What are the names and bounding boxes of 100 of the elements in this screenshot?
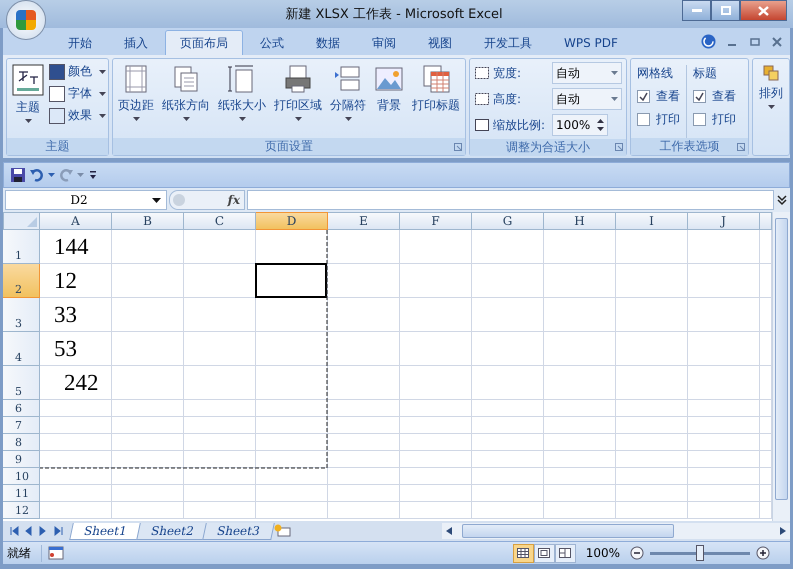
table-cell[interactable] [328, 366, 400, 400]
table-cell[interactable] [472, 298, 544, 332]
zoom-level[interactable]: 100% [582, 546, 624, 560]
close-icon[interactable] [772, 36, 782, 46]
dialog-launcher-icon[interactable] [737, 143, 745, 151]
save-icon[interactable] [10, 167, 26, 183]
table-cell[interactable] [544, 451, 616, 468]
column-header[interactable]: J [688, 212, 760, 230]
table-cell[interactable] [616, 434, 688, 451]
spinner-arrows-icon[interactable] [597, 119, 604, 131]
table-cell[interactable] [688, 400, 760, 417]
table-cell[interactable] [40, 485, 112, 502]
theme-option-button[interactable]: 颜色 [49, 62, 106, 81]
table-cell[interactable] [184, 468, 256, 485]
table-cell[interactable] [616, 485, 688, 502]
table-cell[interactable] [400, 485, 472, 502]
table-cell[interactable] [400, 417, 472, 434]
table-cell[interactable] [328, 417, 400, 434]
row-header[interactable]: 5 [3, 366, 40, 400]
table-cell[interactable] [328, 332, 400, 366]
table-cell[interactable] [472, 451, 544, 468]
table-cell[interactable] [112, 400, 184, 417]
ribbon-tab[interactable]: 页面布局 [165, 30, 243, 55]
table-cell[interactable] [400, 451, 472, 468]
table-cell[interactable] [616, 468, 688, 485]
checkbox[interactable]: 打印 [693, 111, 736, 128]
row-header[interactable]: 11 [3, 485, 40, 502]
row-header[interactable]: 10 [3, 468, 40, 485]
table-cell[interactable] [544, 400, 616, 417]
table-cell[interactable] [688, 332, 760, 366]
undo-icon[interactable] [30, 168, 44, 182]
table-cell[interactable] [616, 230, 688, 264]
table-cell[interactable] [256, 332, 328, 366]
table-cell[interactable] [256, 485, 328, 502]
themes-button[interactable]: 主题 [9, 62, 47, 138]
page-setup-button[interactable]: 页边距 [115, 62, 157, 138]
sheet-tab[interactable]: Sheet3 [202, 522, 275, 540]
table-cell[interactable] [112, 417, 184, 434]
table-cell[interactable] [112, 366, 184, 400]
table-cell[interactable] [472, 468, 544, 485]
table-cell[interactable] [688, 264, 760, 298]
zoom-slider-thumb[interactable] [696, 544, 704, 560]
insert-function-button[interactable]: fx [228, 193, 240, 207]
table-cell[interactable] [472, 230, 544, 264]
table-cell[interactable] [112, 485, 184, 502]
table-cell[interactable] [328, 468, 400, 485]
table-cell[interactable] [256, 366, 328, 400]
table-cell[interactable] [40, 434, 112, 451]
table-cell[interactable] [112, 332, 184, 366]
dialog-launcher-icon[interactable] [615, 143, 623, 151]
table-cell[interactable] [544, 264, 616, 298]
row-header[interactable]: 6 [3, 400, 40, 417]
dropdown-field[interactable]: 自动 [552, 88, 622, 110]
table-cell[interactable] [256, 400, 328, 417]
table-cell[interactable] [40, 502, 112, 519]
spinner-field[interactable]: 100% [552, 114, 608, 136]
minimize-button[interactable] [682, 0, 711, 21]
table-cell[interactable] [400, 468, 472, 485]
table-cell[interactable] [616, 451, 688, 468]
table-cell[interactable]: 242 [40, 366, 112, 400]
row-header[interactable]: 9 [3, 451, 40, 468]
table-cell[interactable] [544, 366, 616, 400]
checkbox[interactable]: 查看 [637, 88, 680, 105]
table-cell[interactable] [112, 451, 184, 468]
table-cell[interactable] [544, 298, 616, 332]
table-cell[interactable] [256, 468, 328, 485]
ribbon-tab[interactable]: WPS PDF [549, 30, 633, 55]
table-cell[interactable] [328, 230, 400, 264]
table-cell[interactable] [472, 332, 544, 366]
table-cell[interactable] [688, 485, 760, 502]
column-header[interactable]: I [616, 212, 688, 230]
table-cell[interactable] [328, 485, 400, 502]
page-setup-button[interactable]: 纸张方向 [159, 62, 213, 138]
close-button[interactable] [740, 0, 787, 21]
view-button[interactable] [534, 544, 555, 562]
table-cell[interactable] [688, 230, 760, 264]
ribbon-tab[interactable]: 开发工具 [469, 30, 547, 55]
name-box[interactable]: D2 [5, 190, 167, 210]
table-cell[interactable] [40, 468, 112, 485]
table-cell[interactable] [688, 417, 760, 434]
table-cell[interactable] [400, 434, 472, 451]
page-setup-button[interactable]: 打印标题 [409, 62, 463, 138]
table-cell[interactable] [184, 451, 256, 468]
column-header[interactable]: E [328, 212, 400, 230]
table-cell[interactable] [688, 434, 760, 451]
table-cell[interactable] [40, 417, 112, 434]
table-cell[interactable] [184, 332, 256, 366]
table-cell[interactable] [328, 502, 400, 519]
table-cell[interactable] [112, 502, 184, 519]
customize-icon[interactable] [88, 170, 98, 180]
zoom-out-icon[interactable] [630, 546, 644, 560]
ribbon-tab[interactable]: 公式 [245, 30, 299, 55]
table-cell[interactable]: 53 [40, 332, 112, 366]
caret-icon[interactable] [152, 198, 161, 202]
sheet-tab[interactable]: Sheet2 [136, 522, 208, 540]
table-cell[interactable] [184, 434, 256, 451]
column-header[interactable]: H [544, 212, 616, 230]
table-cell[interactable] [184, 485, 256, 502]
table-cell[interactable] [328, 451, 400, 468]
table-cell[interactable] [472, 264, 544, 298]
